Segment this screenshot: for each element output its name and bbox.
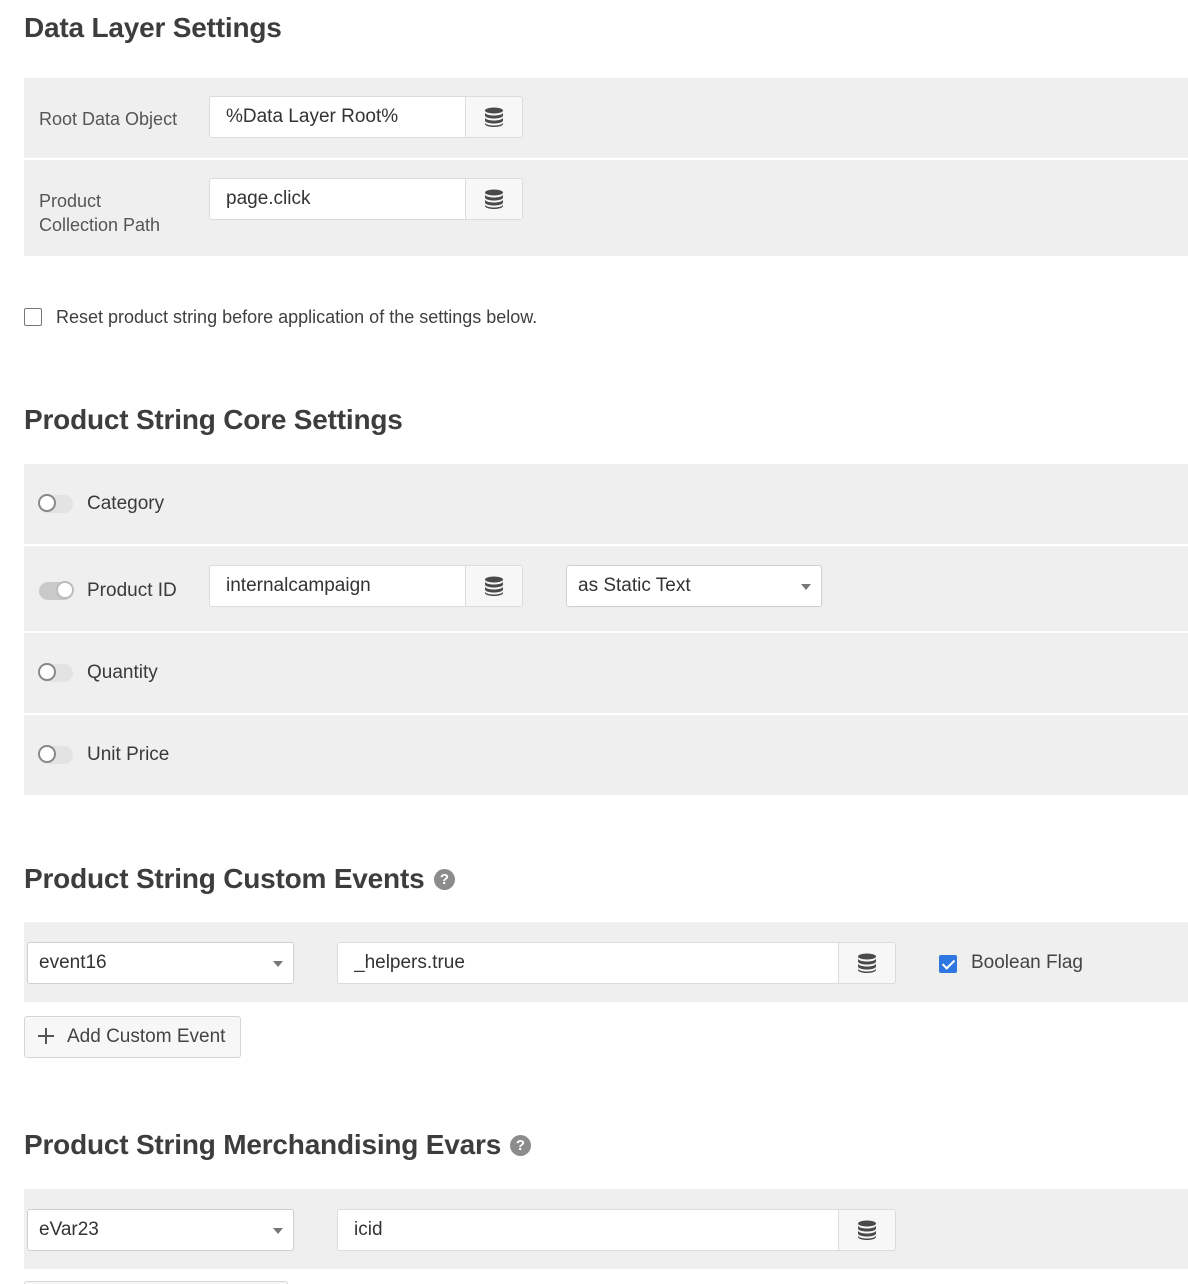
database-icon xyxy=(856,952,878,974)
question-circle-icon[interactable]: ? xyxy=(434,869,455,890)
quantity-row: Quantity xyxy=(24,633,1188,715)
database-icon xyxy=(483,575,505,597)
evar-select[interactable]: eVar23 xyxy=(27,1209,294,1251)
product-id-mode-select[interactable]: as Static Text xyxy=(566,565,822,607)
add-custom-event-button[interactable]: Add Custom Event xyxy=(24,1016,241,1058)
plus-icon xyxy=(38,1028,54,1044)
quantity-toggle[interactable] xyxy=(38,663,73,682)
unit-price-label: Unit Price xyxy=(87,744,170,765)
category-label: Category xyxy=(87,493,165,514)
product-collection-path-input[interactable] xyxy=(210,179,465,219)
root-data-object-label: Root Data Object xyxy=(39,109,178,129)
product-id-picker-button[interactable] xyxy=(465,566,522,606)
data-layer-settings-title: Data Layer Settings xyxy=(24,12,282,43)
database-icon xyxy=(856,1219,878,1241)
custom-event-value-field xyxy=(337,942,896,984)
evar-value-field xyxy=(337,1209,896,1251)
question-circle-icon[interactable]: ? xyxy=(510,1135,531,1156)
product-id-label: Product ID xyxy=(87,580,177,601)
root-data-object-row: Root Data Object xyxy=(24,78,1188,160)
unit-price-toggle[interactable] xyxy=(38,745,73,764)
database-icon xyxy=(483,188,505,210)
root-data-object-input[interactable] xyxy=(210,97,465,137)
product-id-mode-value: as Static Text xyxy=(578,575,691,596)
product-id-input[interactable] xyxy=(210,566,465,606)
product-collection-path-label-line2: Collection Path xyxy=(39,215,161,235)
custom-events-title: Product String Custom Events xyxy=(24,863,425,894)
merchandising-evars-title: Product String Merchandising Evars xyxy=(24,1129,502,1160)
custom-event-value-input[interactable] xyxy=(338,943,838,983)
core-settings-title: Product String Core Settings xyxy=(24,404,403,435)
caret-down-icon xyxy=(273,1228,283,1234)
boolean-flag-checkbox[interactable] xyxy=(939,955,957,973)
product-collection-path-row: Product Collection Path xyxy=(24,160,1188,258)
evar-row: eVar23 xyxy=(24,1189,1188,1271)
reset-product-string-label: Reset product string before application … xyxy=(56,307,538,327)
root-data-object-picker-button[interactable] xyxy=(465,97,522,137)
product-id-field xyxy=(209,565,523,607)
evar-value-input[interactable] xyxy=(338,1210,838,1250)
evar-picker-button[interactable] xyxy=(838,1210,895,1250)
quantity-label: Quantity xyxy=(87,662,158,683)
category-toggle[interactable] xyxy=(38,494,73,513)
product-collection-path-picker-button[interactable] xyxy=(465,179,522,219)
product-id-row: Product ID as Static Text xyxy=(24,546,1188,633)
product-id-toggle[interactable] xyxy=(39,581,74,600)
evar-select-value: eVar23 xyxy=(39,1219,99,1240)
caret-down-icon xyxy=(801,584,811,590)
product-collection-path-field xyxy=(209,178,523,220)
add-custom-event-label: Add Custom Event xyxy=(67,1026,226,1047)
custom-event-select[interactable]: event16 xyxy=(27,942,294,984)
custom-event-row: event16 Boolean Flag xyxy=(24,922,1188,1004)
custom-event-picker-button[interactable] xyxy=(838,943,895,983)
product-collection-path-label-line1: Product xyxy=(39,191,102,211)
reset-product-string-checkbox[interactable] xyxy=(24,308,42,326)
unit-price-row: Unit Price xyxy=(24,715,1188,797)
database-icon xyxy=(483,106,505,128)
category-row: Category xyxy=(24,464,1188,546)
boolean-flag-label: Boolean Flag xyxy=(971,952,1083,973)
root-data-object-field xyxy=(209,96,523,138)
settings-page: Data Layer Settings Root Data Object Pro… xyxy=(0,0,1188,1284)
caret-down-icon xyxy=(273,961,283,967)
custom-event-select-value: event16 xyxy=(39,952,107,973)
